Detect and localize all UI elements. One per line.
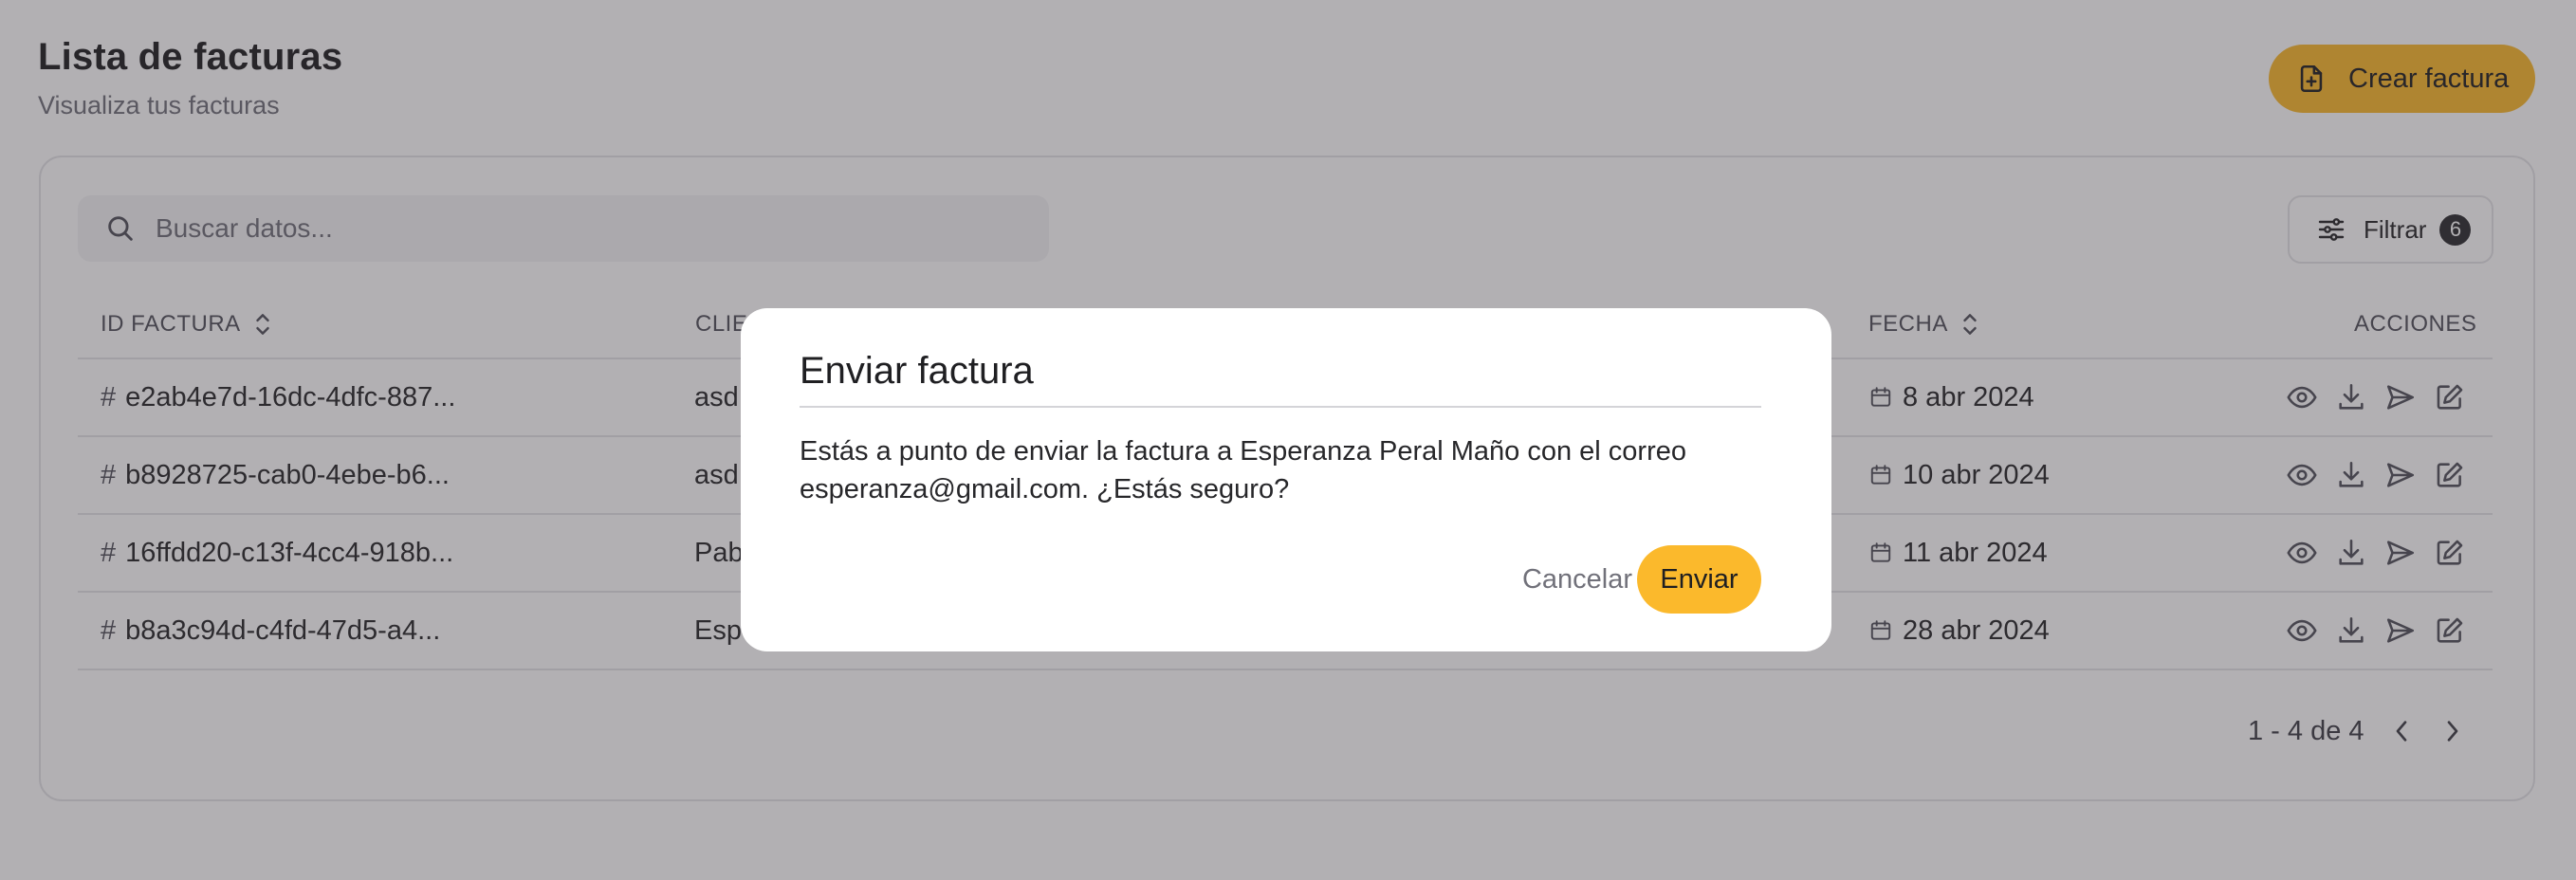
dialog-message: Estás a punto de enviar la factura a Esp… [800, 436, 1686, 504]
dialog-title: Enviar factura [800, 350, 1034, 392]
send-confirm-button[interactable]: Enviar [1637, 545, 1761, 614]
send-invoice-dialog: Enviar factura Estás a punto de enviar l… [741, 308, 1831, 651]
dialog-divider [800, 406, 1761, 408]
